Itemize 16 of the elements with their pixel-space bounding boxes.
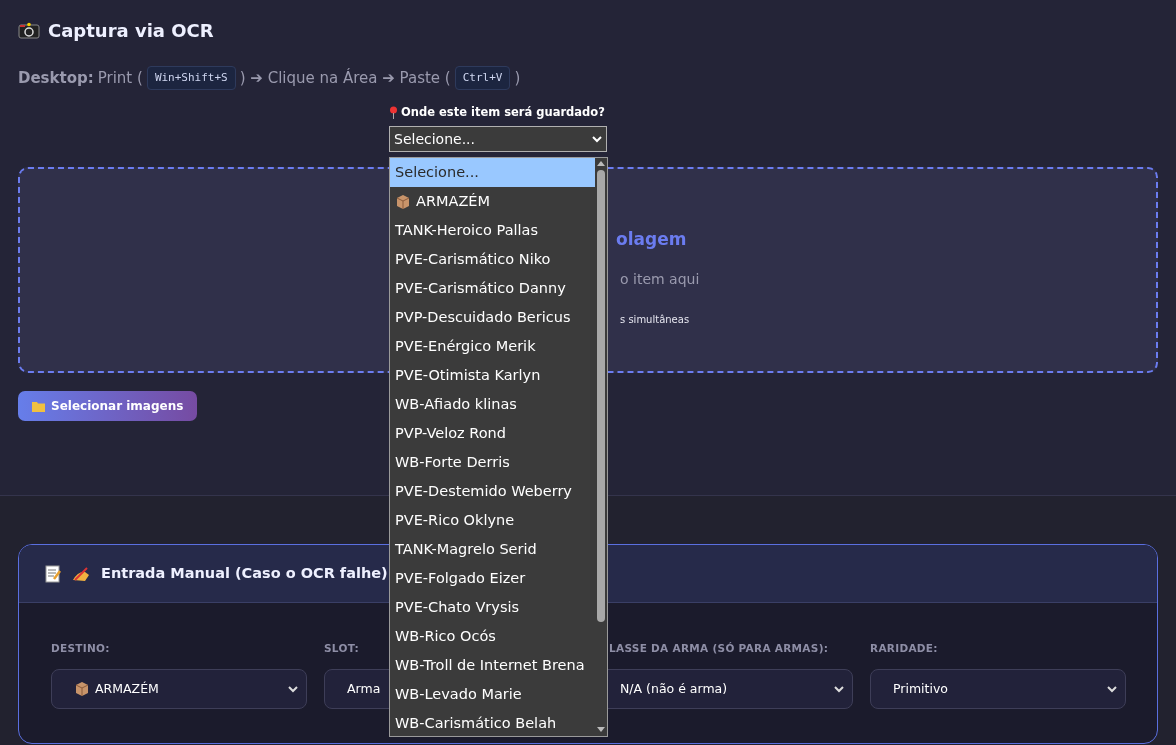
field-label: RARIDADE: bbox=[870, 641, 938, 656]
field-label: LASSE DA ARMA (SÓ PARA ARMAS): bbox=[609, 641, 829, 656]
instruction-text: ) ➔ Clique na Área ➔ Paste ( bbox=[239, 67, 451, 89]
page-title: Captura via OCR bbox=[48, 20, 214, 42]
keyboard-shortcut: Ctrl+V bbox=[454, 65, 511, 91]
drop-zone-note: s simultâneas bbox=[619, 312, 691, 327]
drop-zone-subtitle: o item aqui bbox=[619, 269, 701, 289]
field-label: SLOT: bbox=[324, 641, 360, 656]
drop-zone-title: olagem bbox=[616, 228, 688, 252]
location-label: Onde este item será guardado? bbox=[401, 104, 605, 122]
manual-entry-title: Entrada Manual (Caso o OCR falhe) bbox=[101, 563, 388, 583]
field-label: DESTINO: bbox=[51, 641, 110, 656]
keyboard-shortcut: Win+Shift+S bbox=[146, 65, 236, 91]
instruction-label: Desktop: bbox=[18, 67, 94, 89]
instruction-text: ) bbox=[514, 67, 521, 89]
instruction-text: Print ( bbox=[97, 67, 143, 89]
